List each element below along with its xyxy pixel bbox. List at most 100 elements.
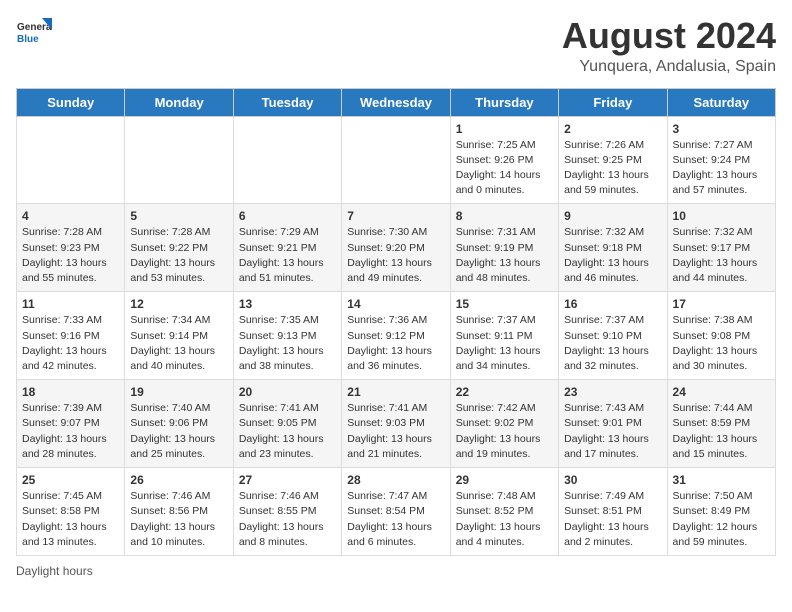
day-number: 1 <box>456 122 553 136</box>
day-cell <box>342 116 450 204</box>
day-cell <box>125 116 233 204</box>
day-info: Sunrise: 7:34 AMSunset: 9:14 PMDaylight:… <box>130 313 227 374</box>
day-cell: 16Sunrise: 7:37 AMSunset: 9:10 PMDayligh… <box>559 292 667 380</box>
day-number: 28 <box>347 473 444 487</box>
day-info: Sunrise: 7:29 AMSunset: 9:21 PMDaylight:… <box>239 225 336 286</box>
col-header-wednesday: Wednesday <box>342 88 450 116</box>
day-cell: 30 Sunrise: 7:49 AMSunset: 8:51 PMDayligh… <box>559 468 667 556</box>
day-info: Sunrise: 7:26 AMSunset: 9:25 PMDaylight:… <box>564 138 661 199</box>
day-info: Sunrise: 7:44 AMSunset: 8:59 PMDaylight:… <box>673 401 770 462</box>
day-info: Sunrise: 7:32 AMSunset: 9:18 PMDaylight:… <box>564 225 661 286</box>
day-cell: 21 Sunrise: 7:41 AMSunset: 9:03 PMDayligh… <box>342 380 450 468</box>
day-cell <box>17 116 125 204</box>
calendar-body: 1 Sunrise: 7:25 AMSunset: 9:26 PMDaylight… <box>17 116 776 555</box>
day-number: 7 <box>347 209 444 223</box>
day-number: 26 <box>130 473 227 487</box>
day-info: Sunrise: 7:33 AMSunset: 9:16 PMDaylight:… <box>22 313 119 374</box>
week-row-1: 1 Sunrise: 7:25 AMSunset: 9:26 PMDaylight… <box>17 116 776 204</box>
day-info: Sunrise: 7:28 AMSunset: 9:22 PMDaylight:… <box>130 225 227 286</box>
day-number: 15 <box>456 297 553 311</box>
day-number: 24 <box>673 385 770 399</box>
day-info: Sunrise: 7:41 AMSunset: 9:05 PMDaylight:… <box>239 401 336 462</box>
day-cell: 22Sunrise: 7:42 AMSunset: 9:02 PMDayligh… <box>450 380 558 468</box>
day-cell: 27Sunrise: 7:46 AMSunset: 8:55 PMDayligh… <box>233 468 341 556</box>
day-number: 17 <box>673 297 770 311</box>
day-cell: 1 Sunrise: 7:25 AMSunset: 9:26 PMDaylight… <box>450 116 558 204</box>
day-info: Sunrise: 7:30 AMSunset: 9:20 PMDaylight:… <box>347 225 444 286</box>
week-row-5: 25 Sunrise: 7:45 AMSunset: 8:58 PMDayligh… <box>17 468 776 556</box>
day-number: 29 <box>456 473 553 487</box>
col-header-thursday: Thursday <box>450 88 558 116</box>
day-info: Sunrise: 7:37 AMSunset: 9:10 PMDaylight:… <box>564 313 661 374</box>
day-info: Sunrise: 7:41 AMSunset: 9:03 PMDaylight:… <box>347 401 444 462</box>
day-cell: 24 Sunrise: 7:44 AMSunset: 8:59 PMDayligh… <box>667 380 775 468</box>
day-cell: 13 Sunrise: 7:35 AMSunset: 9:13 PMDayligh… <box>233 292 341 380</box>
day-number: 6 <box>239 209 336 223</box>
day-info: Sunrise: 7:49 AMSunset: 8:51 PMDaylight:… <box>564 489 661 550</box>
day-cell: 28Sunrise: 7:47 AMSunset: 8:54 PMDayligh… <box>342 468 450 556</box>
day-info: Sunrise: 7:46 AMSunset: 8:56 PMDaylight:… <box>130 489 227 550</box>
day-cell: 29 Sunrise: 7:48 AMSunset: 8:52 PMDayligh… <box>450 468 558 556</box>
day-number: 8 <box>456 209 553 223</box>
day-info: Sunrise: 7:43 AMSunset: 9:01 PMDaylight:… <box>564 401 661 462</box>
col-header-saturday: Saturday <box>667 88 775 116</box>
day-cell: 18 Sunrise: 7:39 AMSunset: 9:07 PMDayligh… <box>17 380 125 468</box>
day-cell: 5 Sunrise: 7:28 AMSunset: 9:22 PMDaylight… <box>125 204 233 292</box>
week-row-4: 18 Sunrise: 7:39 AMSunset: 9:07 PMDayligh… <box>17 380 776 468</box>
day-cell: 15Sunrise: 7:37 AMSunset: 9:11 PMDayligh… <box>450 292 558 380</box>
day-info: Sunrise: 7:39 AMSunset: 9:07 PMDaylight:… <box>22 401 119 462</box>
day-cell: 9Sunrise: 7:32 AMSunset: 9:18 PMDaylight… <box>559 204 667 292</box>
day-number: 5 <box>130 209 227 223</box>
daylight-label: Daylight hours <box>16 564 93 578</box>
svg-text:Blue: Blue <box>17 34 39 45</box>
day-info: Sunrise: 7:40 AMSunset: 9:06 PMDaylight:… <box>130 401 227 462</box>
day-number: 13 <box>239 297 336 311</box>
day-number: 23 <box>564 385 661 399</box>
page-header: General Blue August 2024 Yunquera, Andal… <box>16 16 776 76</box>
day-number: 11 <box>22 297 119 311</box>
day-number: 18 <box>22 385 119 399</box>
col-header-sunday: Sunday <box>17 88 125 116</box>
day-number: 25 <box>22 473 119 487</box>
day-number: 31 <box>673 473 770 487</box>
day-number: 2 <box>564 122 661 136</box>
day-info: Sunrise: 7:45 AMSunset: 8:58 PMDaylight:… <box>22 489 119 550</box>
day-info: Sunrise: 7:28 AMSunset: 9:23 PMDaylight:… <box>22 225 119 286</box>
day-number: 30 <box>564 473 661 487</box>
day-info: Sunrise: 7:32 AMSunset: 9:17 PMDaylight:… <box>673 225 770 286</box>
day-info: Sunrise: 7:35 AMSunset: 9:13 PMDaylight:… <box>239 313 336 374</box>
day-info: Sunrise: 7:27 AMSunset: 9:24 PMDaylight:… <box>673 138 770 199</box>
day-info: Sunrise: 7:25 AMSunset: 9:26 PMDaylight:… <box>456 138 553 199</box>
week-row-3: 11 Sunrise: 7:33 AMSunset: 9:16 PMDayligh… <box>17 292 776 380</box>
day-info: Sunrise: 7:36 AMSunset: 9:12 PMDaylight:… <box>347 313 444 374</box>
day-info: Sunrise: 7:48 AMSunset: 8:52 PMDaylight:… <box>456 489 553 550</box>
day-number: 4 <box>22 209 119 223</box>
day-cell: 8Sunrise: 7:31 AMSunset: 9:19 PMDaylight… <box>450 204 558 292</box>
month-year: August 2024 <box>562 16 776 56</box>
day-cell: 2 Sunrise: 7:26 AMSunset: 9:25 PMDaylight… <box>559 116 667 204</box>
day-cell: 7 Sunrise: 7:30 AMSunset: 9:20 PMDaylight… <box>342 204 450 292</box>
day-number: 12 <box>130 297 227 311</box>
day-cell <box>233 116 341 204</box>
day-cell: 20 Sunrise: 7:41 AMSunset: 9:05 PMDayligh… <box>233 380 341 468</box>
logo: General Blue <box>16 16 52 52</box>
day-cell: 25 Sunrise: 7:45 AMSunset: 8:58 PMDayligh… <box>17 468 125 556</box>
day-cell: 3Sunrise: 7:27 AMSunset: 9:24 PMDaylight… <box>667 116 775 204</box>
day-cell: 4 Sunrise: 7:28 AMSunset: 9:23 PMDaylight… <box>17 204 125 292</box>
day-cell: 6 Sunrise: 7:29 AMSunset: 9:21 PMDaylight… <box>233 204 341 292</box>
col-header-friday: Friday <box>559 88 667 116</box>
day-info: Sunrise: 7:42 AMSunset: 9:02 PMDaylight:… <box>456 401 553 462</box>
day-cell: 11 Sunrise: 7:33 AMSunset: 9:16 PMDayligh… <box>17 292 125 380</box>
day-number: 19 <box>130 385 227 399</box>
day-cell: 12 Sunrise: 7:34 AMSunset: 9:14 PMDayligh… <box>125 292 233 380</box>
day-cell: 14Sunrise: 7:36 AMSunset: 9:12 PMDayligh… <box>342 292 450 380</box>
day-cell: 10Sunrise: 7:32 AMSunset: 9:17 PMDayligh… <box>667 204 775 292</box>
day-info: Sunrise: 7:38 AMSunset: 9:08 PMDaylight:… <box>673 313 770 374</box>
day-info: Sunrise: 7:46 AMSunset: 8:55 PMDaylight:… <box>239 489 336 550</box>
day-cell: 31Sunrise: 7:50 AMSunset: 8:49 PMDayligh… <box>667 468 775 556</box>
title-block: August 2024 Yunquera, Andalusia, Spain <box>562 16 776 76</box>
day-cell: 23 Sunrise: 7:43 AMSunset: 9:01 PMDayligh… <box>559 380 667 468</box>
day-cell: 17 Sunrise: 7:38 AMSunset: 9:08 PMDayligh… <box>667 292 775 380</box>
day-number: 20 <box>239 385 336 399</box>
day-number: 21 <box>347 385 444 399</box>
